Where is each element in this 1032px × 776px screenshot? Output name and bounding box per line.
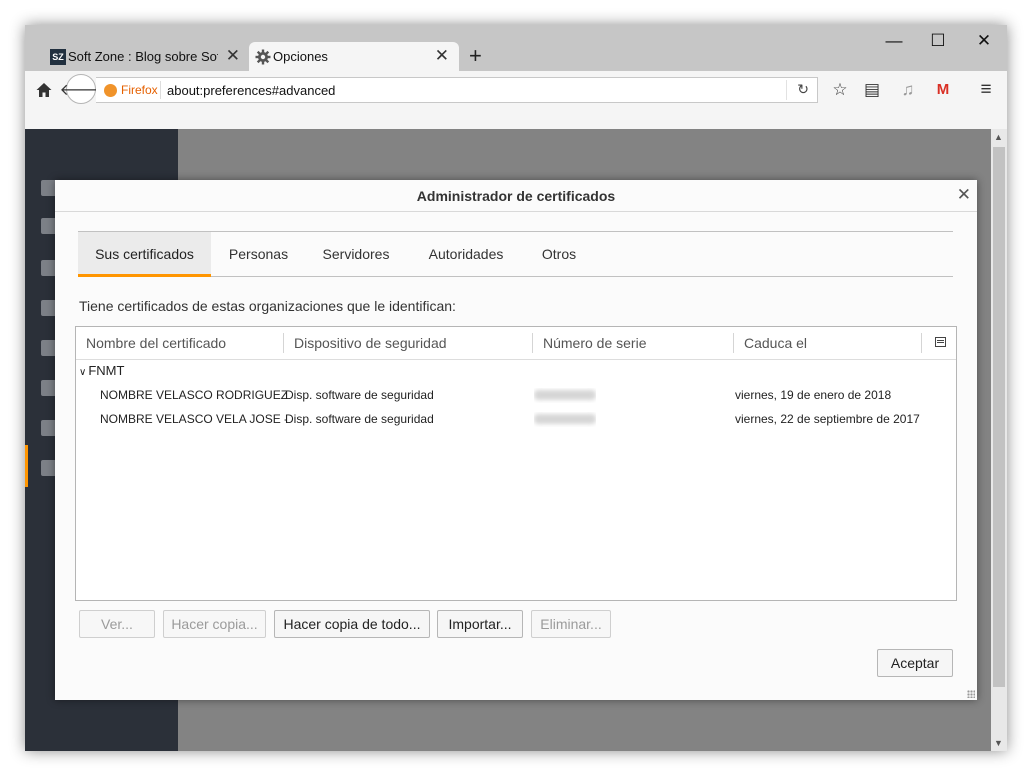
tab-personas[interactable]: Personas [219,232,298,277]
tab-title: Opciones [273,49,328,64]
home-icon[interactable] [35,81,53,99]
reload-icon[interactable]: ↻ [797,81,809,98]
certificate-tabs: Sus certificados Personas Servidores Aut… [78,231,953,277]
browser-window: SZ Soft Zone : Blog sobre Sof... ✕ Opcio… [25,25,1007,751]
certificate-manager-dialog: Administrador de certificados ✕ Sus cert… [55,180,977,700]
column-picker-icon[interactable] [935,337,946,347]
close-dialog-icon[interactable]: ✕ [957,185,971,205]
tree-header: Nombre del certificado Dispositivo de se… [76,327,956,360]
scrollbar[interactable]: ▲ ▼ [991,129,1007,751]
tab-otros[interactable]: Otros [533,232,585,277]
close-tab-icon[interactable]: ✕ [226,47,240,65]
identity-label: Firefox [121,83,158,97]
cert-name: NOMBRE VELASCO VELA JOSE - ... [100,412,286,426]
cert-device: Disp. software de seguridad [285,412,434,426]
blurred-serial [534,390,596,400]
bookmark-star-icon[interactable]: ☆ [830,80,850,100]
tab-title: Soft Zone : Blog sobre Sof... [68,49,218,64]
new-tab-button[interactable]: + [469,44,482,68]
scroll-thumb[interactable] [993,147,1005,687]
tab-autoridades[interactable]: Autoridades [420,232,512,277]
tab-opciones[interactable]: Opciones ✕ [249,42,459,71]
table-row[interactable]: NOMBRE VELASCO VELA JOSE - ... Disp. sof… [76,408,956,430]
chevron-down-icon[interactable]: ∨ [79,367,86,378]
sidebar-active-indicator [25,445,28,487]
intro-text: Tiene certificados de estas organizacion… [79,298,456,314]
view-button[interactable]: Ver... [79,610,155,638]
resize-grip-icon[interactable] [967,690,975,698]
cert-name: NOMBRE VELASCO RODRIGUEZ ... [100,388,286,402]
url-separator [786,80,787,100]
menu-icon[interactable]: ≡ [976,80,996,100]
scroll-up-icon[interactable]: ▲ [994,132,1003,142]
cert-expires: viernes, 22 de septiembre de 2017 [735,412,920,426]
blurred-serial [534,414,596,424]
import-button[interactable]: Importar... [437,610,523,638]
softzone-logo-icon: SZ [50,49,66,65]
cert-expires: viernes, 19 de enero de 2018 [735,388,892,402]
table-row[interactable]: NOMBRE VELASCO RODRIGUEZ ... Disp. softw… [76,384,956,406]
cert-serial [534,388,596,403]
column-header-serial[interactable]: Número de serie [543,327,647,359]
tab-softzone[interactable]: SZ Soft Zone : Blog sobre Sof... ✕ [44,42,250,71]
identity-box[interactable]: Firefox [104,83,158,97]
toolbar-spacer [25,109,1007,130]
close-window-button[interactable]: ✕ [964,31,1004,51]
scroll-down-icon[interactable]: ▼ [994,738,1003,748]
column-header-expires[interactable]: Caduca el [744,327,807,359]
title-divider [55,211,977,212]
nav-bar: 🡐 Firefox about:preferences#advanced ↻ ☆… [25,71,1007,109]
column-header-name[interactable]: Nombre del certificado [86,327,226,359]
column-separator[interactable] [733,333,734,353]
column-header-device[interactable]: Dispositivo de seguridad [294,327,447,359]
cert-device: Disp. software de seguridad [285,388,434,402]
column-separator[interactable] [532,333,533,353]
tab-sus-certificados[interactable]: Sus certificados [78,232,211,277]
backup-all-button[interactable]: Hacer copia de todo... [274,610,430,638]
firefox-icon [104,83,117,97]
tab-strip: SZ Soft Zone : Blog sobre Sof... ✕ Opcio… [25,25,1007,71]
minimize-button[interactable]: — [874,31,914,51]
tab-servidores[interactable]: Servidores [316,232,396,277]
column-separator[interactable] [283,333,284,353]
accept-button[interactable]: Aceptar [877,649,953,677]
close-tab-icon[interactable]: ✕ [435,47,449,65]
group-label: FNMT [88,363,125,378]
back-button[interactable]: 🡐 [60,74,102,104]
dialog-title: Administrador de certificados [416,188,616,204]
gmail-icon[interactable]: M [933,80,953,100]
url-separator [160,81,161,99]
delete-button[interactable]: Eliminar... [531,610,611,638]
cert-serial [534,412,596,427]
backup-button[interactable]: Hacer copia... [163,610,266,638]
column-separator [921,333,922,353]
certificate-tree[interactable]: Nombre del certificado Dispositivo de se… [75,326,957,601]
maximize-button[interactable]: ☐ [918,31,958,51]
reading-list-icon[interactable]: ▤ [862,80,882,100]
tree-group-fnmt[interactable]: ∨ FNMT [79,363,124,378]
gear-icon [255,49,271,65]
url-text[interactable]: about:preferences#advanced [167,83,335,98]
notification-bell-icon[interactable]: ♫ [898,80,918,100]
url-bar[interactable]: Firefox about:preferences#advanced ↻ [96,77,818,103]
